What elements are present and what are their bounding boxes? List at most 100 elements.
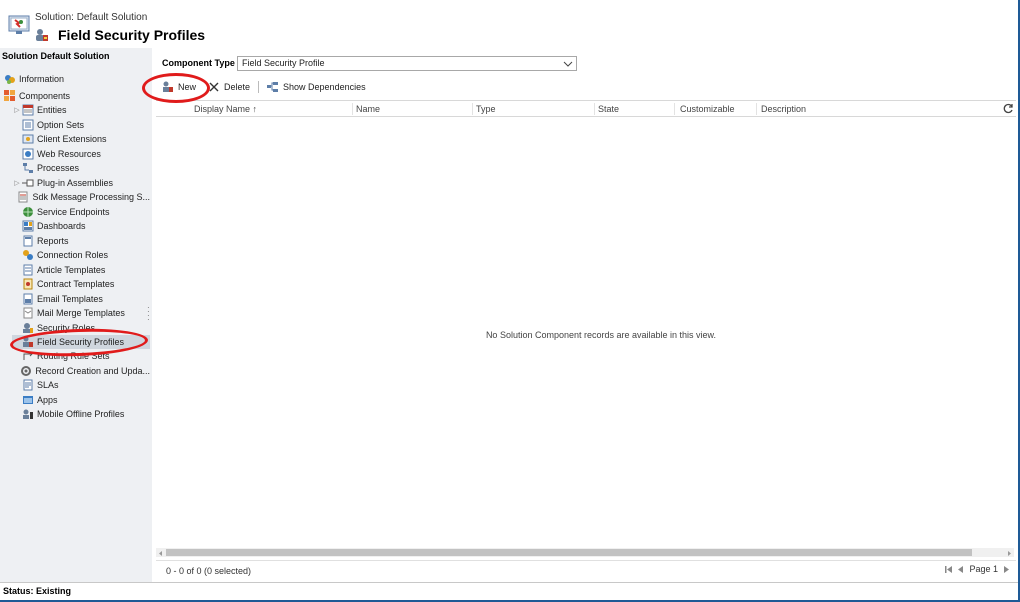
sidebar-item-label: SLAs (37, 380, 59, 390)
sidebar-item-slas[interactable]: SLAs (12, 378, 150, 392)
sidebar-item-entities[interactable]: ▷ Entities (12, 103, 150, 117)
delete-button[interactable]: Delete (202, 79, 256, 95)
sidebar-item-mobile-offline-profiles[interactable]: Mobile Offline Profiles (12, 407, 150, 421)
service-endpoints-icon (22, 206, 34, 218)
mail-merge-templates-icon (22, 307, 34, 319)
sdk-message-icon (17, 191, 29, 203)
sidebar-item-apps[interactable]: Apps (12, 393, 150, 407)
sidebar-item-web-resources[interactable]: Web Resources (12, 147, 150, 161)
header: Solution: Default Solution Field Securit… (0, 0, 1020, 48)
main-content: Component Type Field Security Profile Ne… (152, 48, 1020, 582)
next-page-icon[interactable] (1002, 565, 1010, 574)
sidebar-item-label: Mobile Offline Profiles (37, 409, 125, 419)
sidebar-item-label: Connection Roles (37, 250, 109, 260)
sidebar-item-sdk-message-processing[interactable]: Sdk Message Processing S... (12, 190, 150, 204)
sidebar-item-routing-rule-sets[interactable]: Routing Rule Sets (12, 349, 150, 363)
solution-navigation: Solution Default Solution Information Co… (0, 48, 152, 582)
sidebar-item-processes[interactable]: Processes (12, 161, 150, 175)
sidebar-item-security-roles[interactable]: Security Roles (12, 321, 150, 335)
sidebar-item-label: Email Templates (37, 294, 103, 304)
contract-templates-icon (22, 278, 34, 290)
email-templates-icon (22, 293, 34, 305)
sidebar-item-label: Information (19, 74, 65, 84)
sidebar-item-label: Entities (37, 105, 67, 115)
field-security-profile-icon (35, 28, 49, 42)
sidebar-item-contract-templates[interactable]: Contract Templates (12, 277, 150, 291)
status-text: Status: Existing (3, 586, 72, 596)
sidebar-item-label: Plug-in Assemblies (37, 178, 114, 188)
sidebar-item-field-security-profiles[interactable]: Field Security Profiles (12, 335, 150, 349)
sidebar-item-label: Field Security Profiles (37, 337, 125, 347)
sidebar-item-label: Processes (37, 163, 80, 173)
record-count: 0 - 0 of 0 (0 selected) (166, 566, 252, 576)
sidebar-item-dashboards[interactable]: Dashboards (12, 219, 150, 233)
sidebar-item-plugin-assemblies[interactable]: ▷ Plug-in Assemblies (12, 176, 150, 190)
sidebar-heading: Solution Default Solution (2, 51, 110, 61)
sidebar-item-service-endpoints[interactable]: Service Endpoints (12, 205, 150, 219)
scrollbar-thumb[interactable] (166, 549, 972, 556)
scroll-left-icon[interactable] (157, 549, 164, 556)
status-bar: Status: Existing (0, 582, 1020, 600)
sidebar-item-label: Routing Rule Sets (37, 351, 110, 361)
sidebar-item-label: Record Creation and Upda... (35, 366, 150, 376)
routing-rule-sets-icon (22, 350, 34, 362)
sidebar-item-connection-roles[interactable]: Connection Roles (12, 248, 150, 262)
sidebar-item-label: Sdk Message Processing S... (32, 192, 150, 202)
slas-icon (22, 379, 34, 391)
sort-ascending-icon: ↑ (252, 104, 258, 114)
sidebar-item-reports[interactable]: Reports (12, 234, 150, 248)
option-sets-icon (22, 119, 34, 131)
new-button-label: New (178, 82, 197, 92)
page-number: Page 1 (969, 564, 998, 574)
refresh-icon[interactable] (1003, 103, 1014, 114)
apps-icon (22, 394, 34, 406)
expand-arrow-icon[interactable]: ▷ (12, 106, 22, 114)
sidebar-item-components[interactable]: Components (4, 89, 70, 103)
information-icon (4, 73, 16, 85)
component-type-select[interactable]: Field Security Profile (237, 56, 577, 71)
sidebar-item-label: Client Extensions (37, 134, 107, 144)
scroll-right-icon[interactable] (1006, 549, 1013, 556)
reports-icon (22, 235, 34, 247)
delete-icon (209, 82, 219, 92)
toolbar-divider (258, 81, 260, 93)
connection-roles-icon (22, 249, 34, 261)
mobile-offline-profiles-icon (22, 408, 34, 420)
sidebar-item-information[interactable]: Information (4, 72, 64, 86)
sidebar-item-label: Article Templates (37, 265, 106, 275)
column-header-type[interactable]: Type (476, 104, 496, 114)
new-button[interactable]: New (156, 79, 202, 95)
sidebar-item-label: Contract Templates (37, 279, 115, 289)
sidebar-item-mail-merge-templates[interactable]: Mail Merge Templates (12, 306, 150, 320)
sidebar-resize-handle[interactable]: · · · · (147, 304, 150, 324)
components-icon (4, 90, 16, 102)
entities-icon (22, 104, 34, 116)
column-header-customizable[interactable]: Customizable (680, 104, 735, 114)
horizontal-scrollbar[interactable] (156, 548, 1014, 557)
sidebar-item-label: Apps (37, 395, 58, 405)
sidebar-item-article-templates[interactable]: Article Templates (12, 263, 150, 277)
sidebar-item-label: Security Roles (37, 323, 96, 333)
column-header-description[interactable]: Description (761, 104, 806, 114)
plugin-assemblies-icon (22, 177, 34, 189)
grid-footer: 0 - 0 of 0 (0 selected) Page 1 (156, 560, 1016, 579)
column-header-state[interactable]: State (598, 104, 619, 114)
column-header-name[interactable]: Name (356, 104, 380, 114)
security-roles-icon (22, 322, 34, 334)
solution-icon (8, 14, 30, 36)
sidebar-item-client-extensions[interactable]: Client Extensions (12, 132, 150, 146)
grid-header: Display Name ↑ Name Type State Customiza… (156, 100, 1016, 117)
sidebar-item-record-creation[interactable]: Record Creation and Upda... (12, 364, 150, 378)
delete-button-label: Delete (224, 82, 251, 92)
show-dependencies-button[interactable]: Show Dependencies (261, 79, 372, 95)
sidebar-item-label: Mail Merge Templates (37, 308, 125, 318)
sidebar-item-label: Service Endpoints (37, 207, 110, 217)
previous-page-icon[interactable] (957, 565, 965, 574)
sidebar-item-label: Dashboards (37, 221, 86, 231)
processes-icon (22, 162, 34, 174)
first-page-icon[interactable] (945, 565, 953, 574)
column-header-display-name[interactable]: Display Name ↑ (194, 104, 257, 114)
expand-arrow-icon[interactable]: ▷ (12, 179, 22, 187)
sidebar-item-email-templates[interactable]: Email Templates (12, 292, 150, 306)
sidebar-item-option-sets[interactable]: Option Sets (12, 118, 150, 132)
